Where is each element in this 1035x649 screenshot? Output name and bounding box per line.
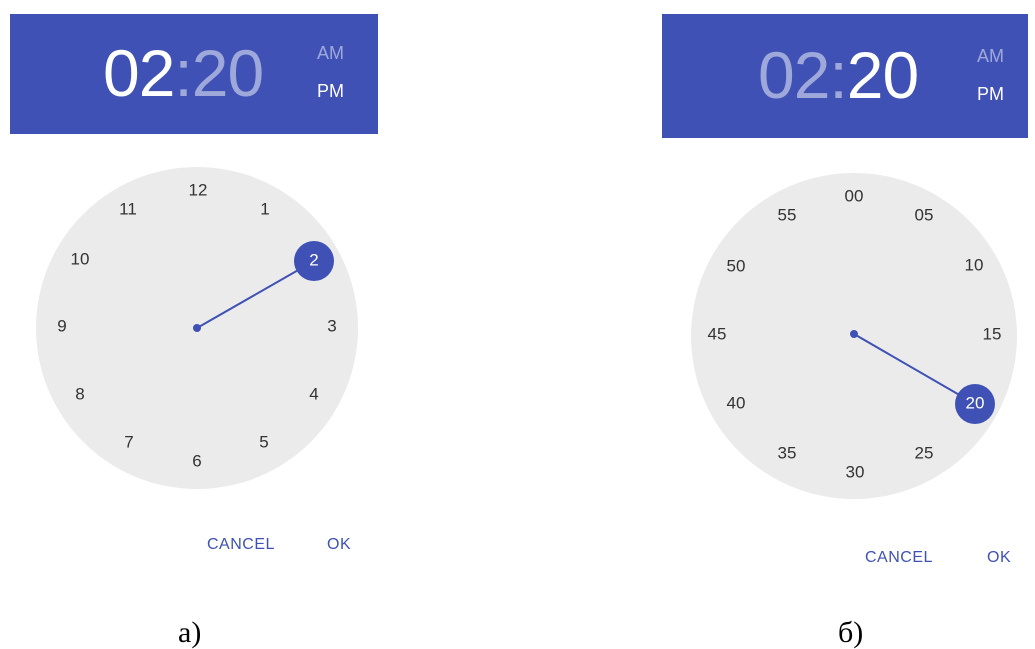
dial-number-15[interactable]: 15 <box>983 324 1002 343</box>
pm-toggle[interactable]: PM <box>317 82 344 100</box>
pm-toggle[interactable]: PM <box>977 85 1004 103</box>
figure-caption: а) <box>178 616 202 649</box>
clock-center-dot <box>850 330 858 338</box>
dial-number-10[interactable]: 10 <box>965 255 984 274</box>
dial-number-5[interactable]: 5 <box>259 432 268 451</box>
time-separator: : <box>829 38 847 112</box>
cancel-button[interactable]: CANCEL <box>865 550 933 566</box>
dial-number-20-selected[interactable]: 20 <box>966 393 985 412</box>
dial-number-05[interactable]: 05 <box>915 205 934 224</box>
am-toggle[interactable]: AM <box>977 47 1004 65</box>
time-separator: : <box>174 36 192 110</box>
ok-button[interactable]: OK <box>327 537 351 553</box>
minutes-display[interactable]: 20 <box>847 42 919 108</box>
dial-number-50[interactable]: 50 <box>727 256 746 275</box>
dial-number-4[interactable]: 4 <box>309 384 318 403</box>
minutes-display[interactable]: 20 <box>192 40 264 106</box>
dial-number-25[interactable]: 25 <box>915 443 934 462</box>
dial-number-8[interactable]: 8 <box>75 384 84 403</box>
dial-number-35[interactable]: 35 <box>778 443 797 462</box>
cancel-button[interactable]: CANCEL <box>207 537 275 553</box>
dial-number-6[interactable]: 6 <box>192 451 201 470</box>
picker-header: 02:20 AM PM <box>10 14 378 134</box>
clock-dial[interactable]: 00 05 10 15 20 25 30 35 40 45 50 55 <box>691 173 1017 499</box>
dial-number-11[interactable]: 11 <box>119 199 137 218</box>
am-toggle[interactable]: AM <box>317 44 344 62</box>
dial-number-1[interactable]: 1 <box>260 199 269 218</box>
clock-dial[interactable]: 12 1 2 3 4 5 6 7 8 9 10 11 <box>36 167 358 489</box>
dial-number-2-selected[interactable]: 2 <box>309 250 318 269</box>
hours-display[interactable]: 02 <box>758 42 830 108</box>
figure-caption: б) <box>838 616 864 649</box>
ok-button[interactable]: OK <box>987 550 1011 566</box>
dial-number-40[interactable]: 40 <box>727 393 746 412</box>
dial-number-45[interactable]: 45 <box>708 324 727 343</box>
dial-number-9[interactable]: 9 <box>57 316 66 335</box>
clock-center-dot <box>193 324 201 332</box>
dial-number-3[interactable]: 3 <box>327 316 336 335</box>
dial-number-00[interactable]: 00 <box>845 186 864 205</box>
dial-number-30[interactable]: 30 <box>846 462 865 481</box>
dial-number-7[interactable]: 7 <box>124 432 133 451</box>
dial-number-55[interactable]: 55 <box>778 205 797 224</box>
picker-header: 02:20 AM PM <box>662 14 1028 138</box>
hours-display[interactable]: 02 <box>103 40 175 106</box>
dial-number-10[interactable]: 10 <box>71 249 90 268</box>
dial-number-12[interactable]: 12 <box>189 180 208 199</box>
